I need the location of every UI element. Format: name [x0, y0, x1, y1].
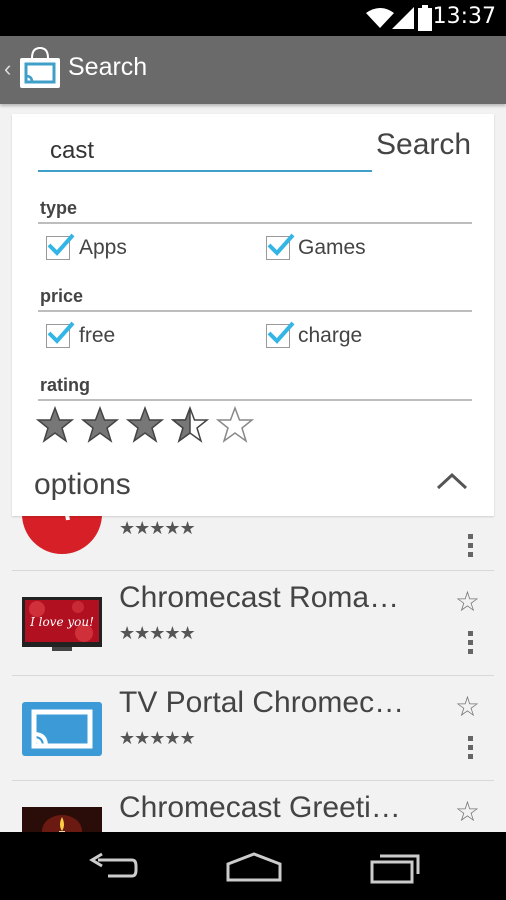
action-bar: ‹ Search — [0, 36, 506, 104]
app-name: Chromecast Roma… — [119, 581, 400, 614]
back-caret-icon[interactable]: ‹ — [4, 56, 11, 82]
app-thumbnail: I love you! — [22, 597, 102, 651]
divider — [38, 310, 472, 312]
options-toggle-label[interactable]: options — [34, 468, 131, 502]
search-button[interactable]: Search — [376, 128, 471, 162]
divider — [38, 222, 472, 224]
back-icon[interactable] — [88, 852, 138, 880]
app-name: Chromecast Greeti… — [119, 791, 401, 824]
games-checkbox[interactable] — [266, 233, 295, 260]
charge-label: charge — [298, 324, 363, 347]
checkmark-icon — [267, 321, 295, 344]
rating-star-filled-icon[interactable] — [36, 406, 74, 444]
rating-star-half-icon[interactable] — [171, 406, 209, 444]
apps-label: Apps — [79, 236, 127, 259]
favorite-star-icon[interactable]: ☆ — [455, 585, 480, 618]
result-row[interactable]: I love you! Chromecast Roma… ★★★★★ ☆ — [12, 571, 494, 676]
free-label: free — [79, 324, 116, 347]
rating-section-label: rating — [40, 375, 91, 395]
divider — [38, 399, 472, 401]
app-name: TV Portal Chromec… — [119, 686, 405, 719]
result-row[interactable]: TV Portal Chromec… ★★★★★ ☆ — [12, 676, 494, 781]
favorite-star-icon[interactable]: ☆ — [455, 690, 480, 723]
checkmark-icon — [47, 233, 75, 256]
charge-checkbox[interactable] — [266, 321, 295, 348]
battery-icon — [418, 5, 432, 31]
rating-star-filled-icon[interactable] — [81, 406, 119, 444]
page-title: Search — [68, 53, 148, 81]
free-checkbox[interactable] — [46, 321, 75, 348]
search-input[interactable] — [38, 132, 372, 172]
rating-stars: ★★★★★ — [119, 623, 196, 643]
wifi-icon — [366, 8, 394, 28]
search-filter-panel: Search type Apps Games price free charge… — [12, 114, 494, 516]
rating-star-empty-icon[interactable] — [216, 406, 254, 444]
navigation-bar — [0, 832, 506, 900]
favorite-star-icon[interactable]: ☆ — [455, 795, 480, 828]
checkmark-icon — [267, 233, 295, 256]
overflow-menu-icon[interactable] — [468, 534, 474, 558]
svg-text:I love you!: I love you! — [29, 615, 94, 629]
type-section-label: type — [40, 198, 78, 218]
app-store-bag-icon[interactable] — [18, 46, 62, 90]
signal-icon — [392, 7, 414, 29]
rating-stars: ★★★★★ — [119, 728, 196, 748]
apps-checkbox[interactable] — [46, 233, 75, 260]
chevron-up-icon[interactable] — [436, 472, 468, 492]
price-section-label: price — [40, 286, 84, 306]
status-bar: 13:37 — [0, 0, 506, 36]
app-thumbnail — [22, 702, 102, 756]
clock: 13:37 — [432, 4, 496, 29]
home-icon[interactable] — [224, 850, 284, 884]
overflow-menu-icon[interactable] — [468, 631, 474, 655]
rating-star-filled-icon[interactable] — [126, 406, 164, 444]
rating-stars: ★★★★★ — [119, 518, 196, 538]
overflow-menu-icon[interactable] — [468, 736, 474, 760]
recent-apps-icon[interactable] — [368, 850, 422, 884]
games-label: Games — [298, 236, 366, 259]
checkmark-icon — [47, 321, 75, 344]
